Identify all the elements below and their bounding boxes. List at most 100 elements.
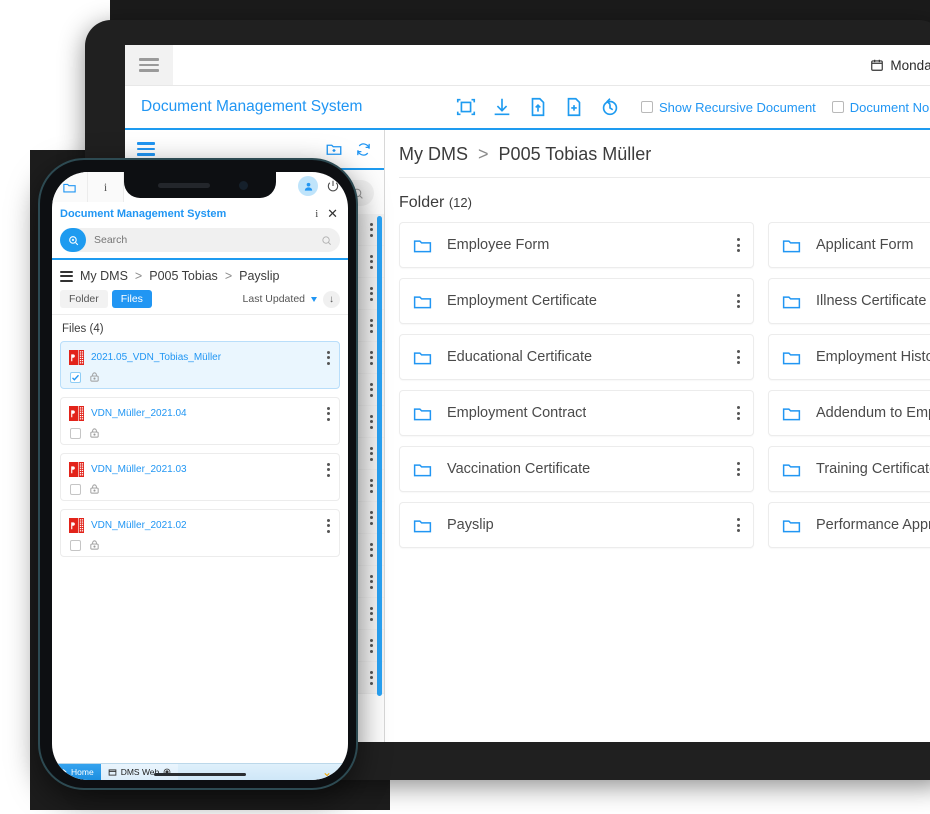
folder-options-button[interactable] [737,350,741,364]
tree-options-button[interactable] [370,670,374,685]
upload-file-icon[interactable] [527,96,549,118]
tree-options-button[interactable] [370,478,374,493]
checkbox-label: Document No [849,99,930,115]
files-heading-label: Files [62,323,87,335]
folder-card[interactable]: Employment History [768,334,930,380]
arrow-down-icon[interactable]: ↓ [323,290,340,308]
tree-options-button[interactable] [370,222,374,237]
add-folder-icon[interactable] [325,140,343,158]
lock-icon[interactable] [89,371,100,383]
files-toggle-button[interactable]: Files [111,290,152,308]
sort-control[interactable]: Last Updated ↓ [243,290,340,308]
folder-card[interactable]: Educational Certificate [399,334,754,380]
breadcrumb: My DMS > P005 Tobias Müller [399,144,930,178]
tree-options-button[interactable] [370,414,374,429]
breadcrumb-item-1[interactable]: P005 Tobias [149,269,218,283]
pdf-file-icon [69,462,84,477]
file-options-button[interactable] [327,462,331,477]
phone-taskbar: Home DMS Web ⌄ [52,763,348,780]
chevron-down-icon[interactable]: ⌄ [322,765,348,779]
folder-card[interactable]: Vaccination Certificate [399,446,754,492]
folder-options-button[interactable] [737,518,741,532]
taskbar-dms-web-button[interactable]: DMS Web [100,764,179,780]
search-submit-button[interactable] [60,228,86,252]
close-icon[interactable]: ✕ [327,206,338,222]
folder-icon [782,239,801,252]
folder-card[interactable]: Performance Apprais [768,502,930,548]
show-recursive-document-checkbox[interactable]: Show Recursive Document [641,100,816,115]
taskbar-home-button[interactable]: Home [52,764,101,780]
lock-icon[interactable] [89,483,100,495]
sidebar-scrollbar[interactable] [377,216,382,696]
folder-icon [782,463,801,476]
folder-section-heading: Folder (12) [399,194,930,212]
folder-card[interactable]: Training Certificate [768,446,930,492]
refresh-icon[interactable] [355,141,372,158]
search-input[interactable] [86,234,321,246]
tree-options-button[interactable] [370,254,374,269]
folder-card[interactable]: Employment Certificate [399,278,754,324]
power-icon[interactable] [326,179,340,193]
current-date: Monday, September [870,58,930,73]
file-item[interactable]: VDN_Müller_2021.03 [60,453,340,501]
tree-options-button[interactable] [370,638,374,653]
file-checkbox[interactable] [70,539,81,551]
download-icon[interactable] [491,96,513,118]
tree-options-button[interactable] [370,446,374,461]
folder-options-button[interactable] [737,462,741,476]
folder-card[interactable]: Illness Certificate [768,278,930,324]
tree-options-button[interactable] [370,382,374,397]
avatar[interactable] [298,176,318,196]
folder-card[interactable]: Applicant Form [768,222,930,268]
add-file-icon[interactable] [563,96,585,118]
folder-name: Illness Certificate [816,293,927,309]
folder-options-button[interactable] [737,294,741,308]
file-checkbox[interactable] [70,371,81,383]
lock-icon[interactable] [89,427,100,439]
folder-options-button[interactable] [737,238,741,252]
desktop-menu-button[interactable] [125,45,173,85]
hamburger-menu-icon[interactable] [60,268,73,284]
file-row-bottom [69,534,331,551]
tree-options-button[interactable] [370,606,374,621]
breadcrumb-root[interactable]: My DMS [399,144,468,164]
desktop-toolbar: Document Management System Show Recursiv… [125,85,930,130]
file-item[interactable]: VDN_Müller_2021.02 [60,509,340,557]
file-checkbox[interactable] [70,427,81,439]
folder-icon [413,407,432,420]
mobile-app-screen: i Document Management System i ✕ Search … [52,172,348,780]
folder-card[interactable]: Payslip [399,502,754,548]
tree-options-button[interactable] [370,510,374,525]
file-options-button[interactable] [327,518,331,533]
file-options-button[interactable] [327,350,331,365]
tree-options-button[interactable] [370,350,374,365]
folder-card[interactable]: Addendum to Employ [768,390,930,436]
version-history-icon[interactable] [599,96,621,118]
folder-card[interactable]: Employment Contract [399,390,754,436]
folder-options-button[interactable] [737,406,741,420]
tree-options-button[interactable] [370,286,374,301]
tree-options-button[interactable] [370,542,374,557]
breadcrumb-item-0[interactable]: My DMS [80,269,128,283]
info-icon[interactable]: i [315,209,318,220]
lock-icon[interactable] [89,539,100,551]
breadcrumb-separator: > [224,269,233,283]
checkbox-box [831,101,844,113]
scan-document-icon[interactable] [455,96,477,118]
folder-tab[interactable] [52,172,88,202]
folder-icon [63,183,76,192]
phone-search-bar [60,228,340,252]
file-item[interactable]: VDN_Müller_2021.04 [60,397,340,445]
folder-card[interactable]: Employee Form [399,222,754,268]
file-options-button[interactable] [327,406,331,421]
hamburger-menu-icon[interactable] [137,139,155,159]
tree-options-button[interactable] [370,318,374,333]
file-item[interactable]: 2021.05_VDN_Tobias_Müller [60,341,340,389]
info-tab[interactable]: i [88,172,124,202]
files-section-heading: Files (4) [52,315,348,341]
file-checkbox[interactable] [70,483,81,495]
phone-title-bar: Document Management System i ✕ [52,202,348,224]
document-no-checkbox[interactable]: Document No [831,99,930,115]
folder-toggle-button[interactable]: Folder [60,290,108,308]
tree-options-button[interactable] [370,574,374,589]
